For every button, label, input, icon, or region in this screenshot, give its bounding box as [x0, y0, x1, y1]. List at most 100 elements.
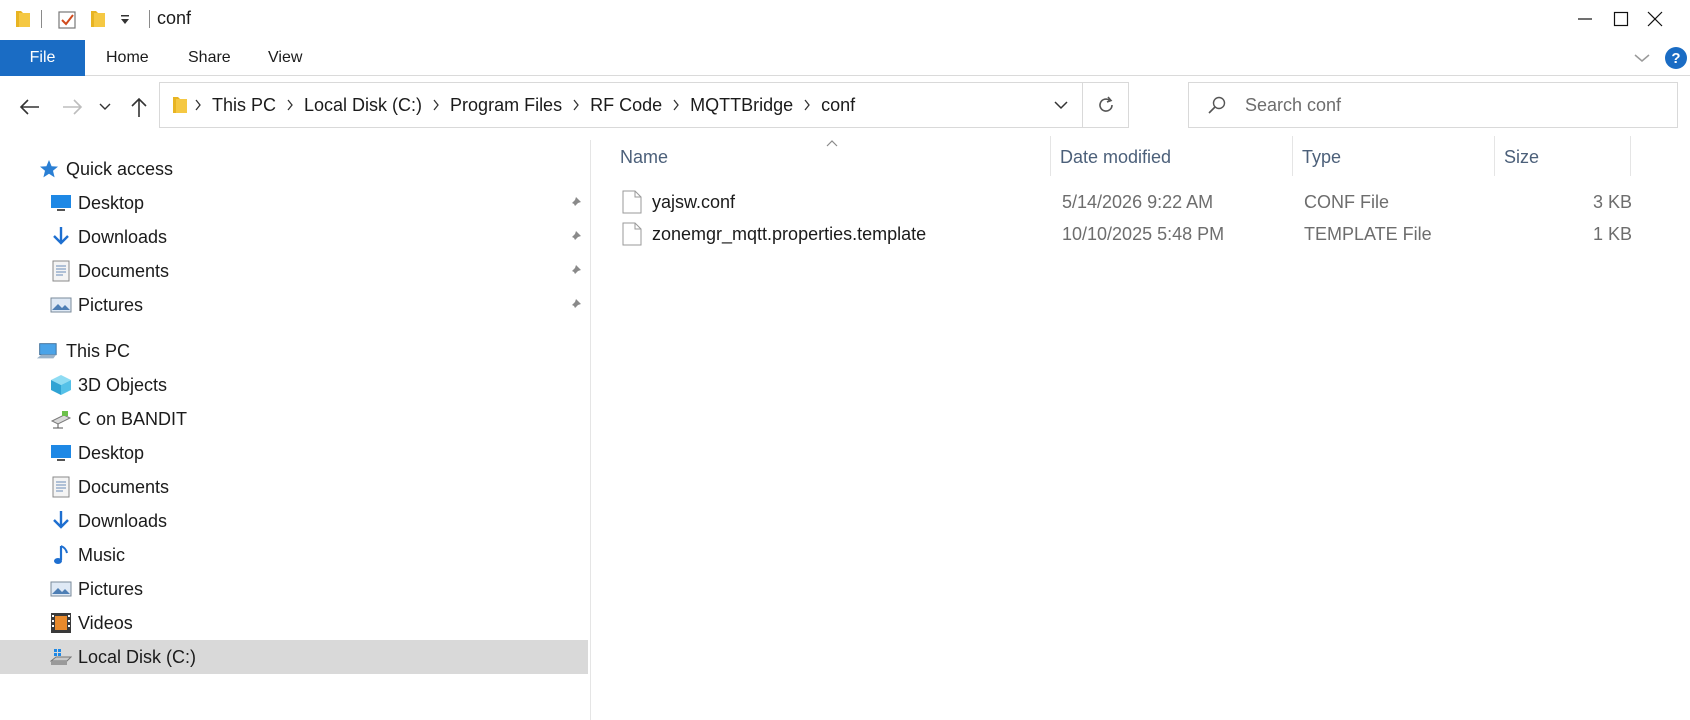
tab-view[interactable]: View: [268, 40, 302, 76]
chevron-right-icon[interactable]: [797, 99, 817, 111]
desktop-icon: [50, 442, 72, 464]
help-button[interactable]: ?: [1665, 47, 1687, 69]
recent-locations-chevron-icon[interactable]: [94, 91, 116, 123]
3d-objects-icon: [50, 374, 72, 396]
title-bar: conf: [0, 0, 1690, 38]
pictures-icon: [50, 294, 72, 316]
pin-icon[interactable]: [566, 228, 584, 246]
search-icon: [1189, 95, 1245, 115]
crumb-this-pc[interactable]: This PC: [208, 95, 280, 116]
crumb-local-disk[interactable]: Local Disk (C:): [300, 95, 426, 116]
nav-label: Desktop: [78, 442, 145, 463]
downloads-icon: [50, 226, 72, 248]
properties-icon[interactable]: [55, 8, 79, 32]
music-icon: [50, 544, 72, 566]
up-button[interactable]: [122, 91, 156, 123]
column-header-type[interactable]: Type: [1302, 140, 1341, 174]
nav-local-disk[interactable]: Local Disk (C:): [0, 640, 588, 674]
nav-label: Pictures: [78, 294, 144, 315]
file-icon: [622, 222, 642, 246]
chevron-right-icon[interactable]: [426, 99, 446, 111]
nav-label: Downloads: [78, 510, 168, 531]
nav-pictures[interactable]: Pictures: [0, 572, 588, 606]
tab-share[interactable]: Share: [188, 40, 231, 76]
sort-ascending-icon: [826, 132, 838, 152]
chevron-right-icon[interactable]: [280, 99, 300, 111]
column-header-size[interactable]: Size: [1504, 140, 1539, 174]
computer-icon: [36, 340, 58, 362]
back-button[interactable]: [12, 91, 46, 123]
file-name: yajsw.conf: [652, 191, 736, 212]
chevron-right-icon[interactable]: [188, 99, 208, 111]
breadcrumb: This PC Local Disk (C:) Program Files RF…: [160, 83, 859, 127]
expand-ribbon-chevron-icon[interactable]: [1630, 46, 1654, 70]
file-row[interactable]: zonemgr_mqtt.properties.template 10/10/2…: [612, 218, 1632, 250]
address-bar[interactable]: This PC Local Disk (C:) Program Files RF…: [159, 82, 1129, 128]
file-row[interactable]: yajsw.conf 5/14/2026 9:22 AM CONF File 3…: [612, 186, 1632, 218]
forward-button[interactable]: [56, 91, 90, 123]
pin-icon[interactable]: [566, 194, 584, 212]
crumb-conf[interactable]: conf: [817, 95, 859, 116]
desktop-icon: [50, 192, 72, 214]
local-disk-icon: [50, 646, 72, 668]
customize-qa-dropdown-icon[interactable]: [117, 8, 133, 30]
nav-label: Videos: [78, 612, 133, 633]
nav-videos[interactable]: Videos: [0, 606, 588, 640]
tab-file[interactable]: File: [0, 40, 85, 76]
search-input[interactable]: [1245, 94, 1645, 116]
nav-qa-downloads[interactable]: Downloads: [0, 220, 588, 254]
refresh-icon: [1098, 96, 1113, 112]
nav-label: Music: [78, 544, 126, 565]
videos-icon: [50, 612, 72, 634]
crumb-mqttbridge[interactable]: MQTTBridge: [686, 95, 797, 116]
chevron-right-icon[interactable]: [666, 99, 686, 111]
file-type: CONF File: [1304, 191, 1389, 212]
nav-documents[interactable]: Documents: [0, 470, 588, 504]
crumb-program-files[interactable]: Program Files: [446, 95, 566, 116]
pin-icon[interactable]: [566, 262, 584, 280]
pin-icon[interactable]: [566, 296, 584, 314]
nav-label: Pictures: [78, 578, 144, 599]
file-type: TEMPLATE File: [1304, 223, 1432, 244]
nav-qa-pictures[interactable]: Pictures: [0, 288, 588, 322]
file-date-modified: 5/14/2026 9:22 AM: [1062, 191, 1214, 212]
qa-separator: [149, 10, 150, 28]
close-button[interactable]: [1620, 0, 1690, 38]
refresh-button[interactable]: [1082, 83, 1128, 127]
tab-home[interactable]: Home: [106, 40, 149, 76]
nav-label: This PC: [66, 340, 131, 361]
nav-qa-desktop[interactable]: Desktop: [0, 186, 588, 220]
nav-qa-documents[interactable]: Documents: [0, 254, 588, 288]
nav-this-pc[interactable]: This PC: [0, 334, 588, 368]
nav-quick-access[interactable]: Quick access: [0, 152, 588, 186]
nav-music[interactable]: Music: [0, 538, 588, 572]
nav-label: Documents: [78, 260, 170, 281]
file-size: 3 KB: [1592, 191, 1632, 212]
file-date-modified: 10/10/2025 5:48 PM: [1062, 223, 1225, 244]
address-history-chevron-icon[interactable]: [1040, 83, 1082, 127]
search-box[interactable]: [1188, 82, 1678, 128]
documents-icon: [50, 260, 72, 282]
file-icon: [622, 190, 642, 214]
downloads-icon: [50, 510, 72, 532]
column-header-name[interactable]: Name: [620, 140, 668, 174]
column-separator[interactable]: [1050, 136, 1051, 176]
crumb-rf-code[interactable]: RF Code: [586, 95, 666, 116]
new-folder-icon[interactable]: [87, 8, 109, 30]
column-separator[interactable]: [1494, 136, 1495, 176]
chevron-right-icon[interactable]: [566, 99, 586, 111]
nav-desktop[interactable]: Desktop: [0, 436, 588, 470]
column-separator[interactable]: [1292, 136, 1293, 176]
pane-divider[interactable]: [590, 140, 591, 720]
nav-label: Documents: [78, 476, 170, 497]
column-separator[interactable]: [1630, 136, 1631, 176]
folder-app-icon: [12, 8, 34, 30]
qa-separator: [41, 10, 42, 28]
nav-downloads[interactable]: Downloads: [0, 504, 588, 538]
column-header-date-modified[interactable]: Date modified: [1060, 140, 1171, 174]
nav-c-on-bandit[interactable]: C on BANDIT: [0, 402, 588, 436]
star-icon: [38, 158, 60, 180]
pictures-icon: [50, 578, 72, 600]
nav-label: Local Disk (C:): [78, 646, 197, 667]
nav-3d-objects[interactable]: 3D Objects: [0, 368, 588, 402]
